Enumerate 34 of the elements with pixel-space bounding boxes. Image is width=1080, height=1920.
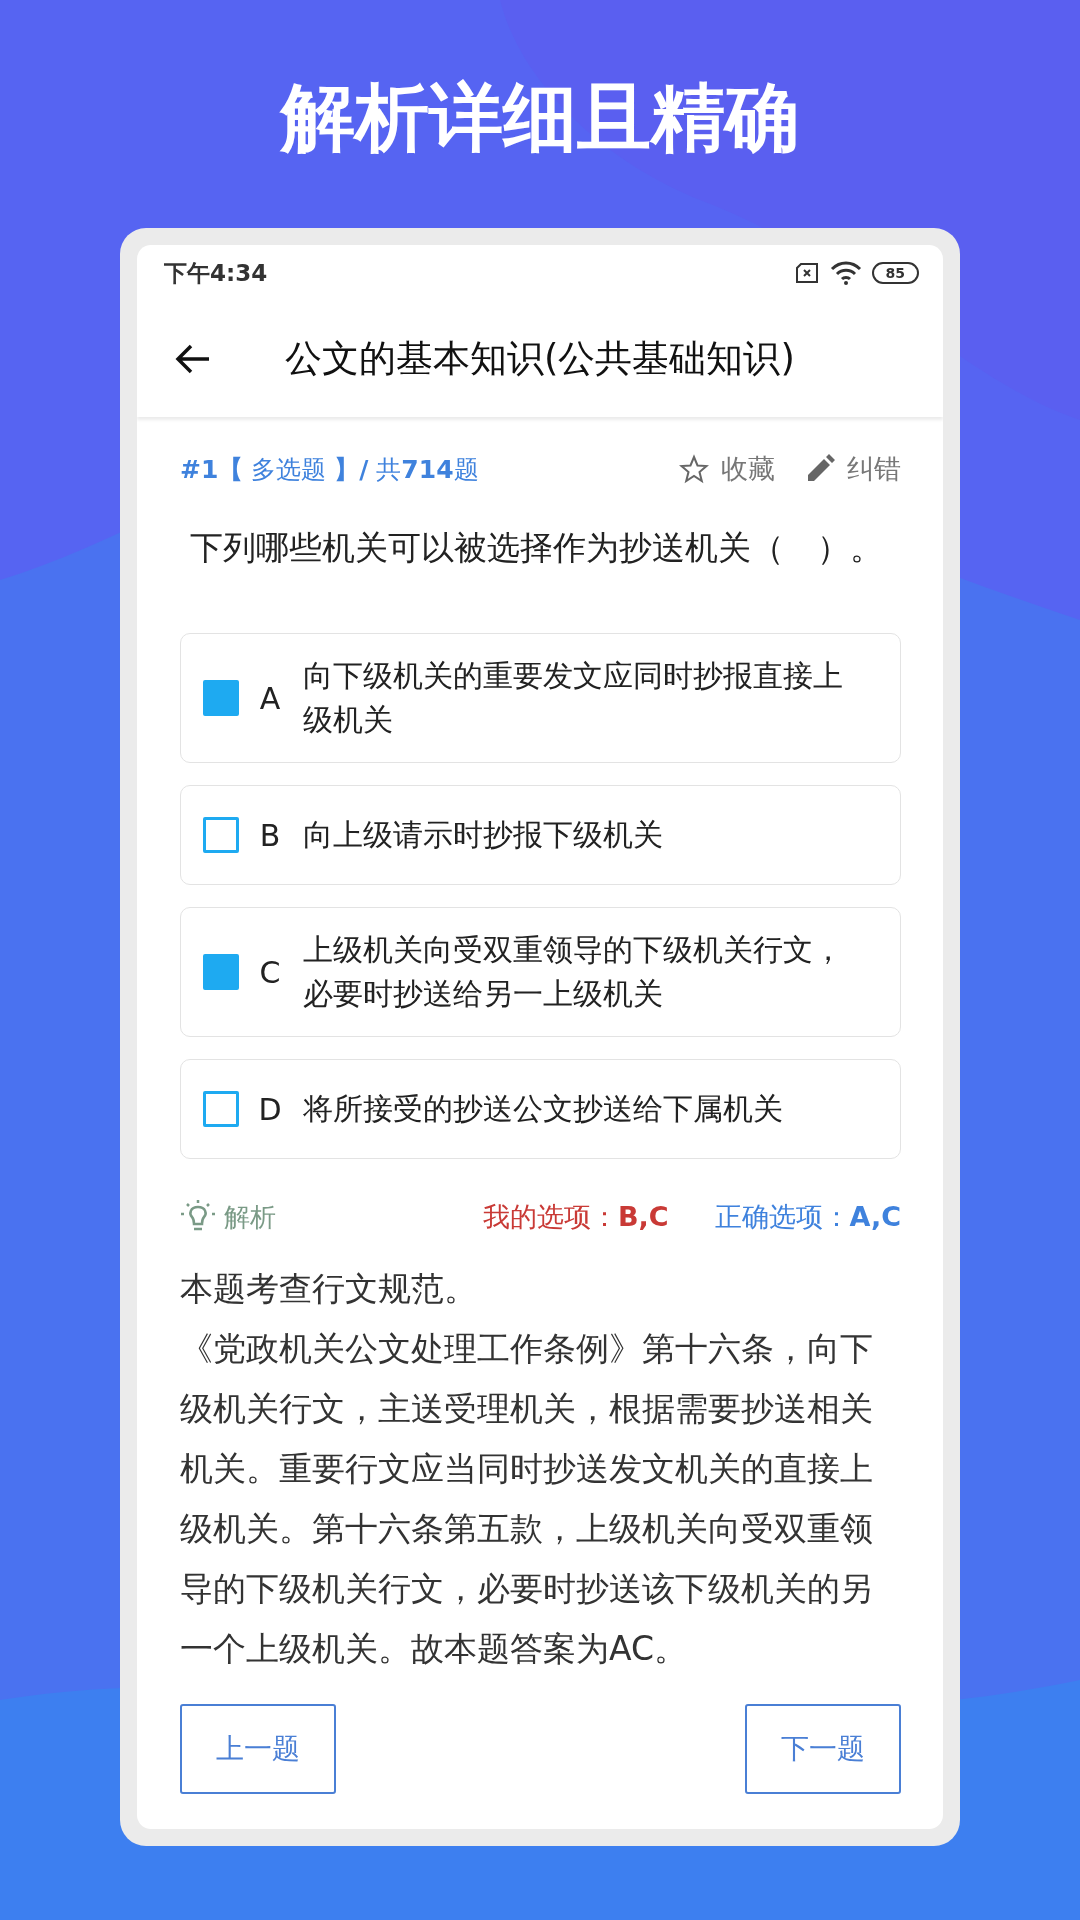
checkbox[interactable] [203,954,239,990]
back-arrow-icon[interactable] [175,343,211,375]
correct-answer: 正确选项：A,C [714,1200,901,1234]
screen-title: 公文的基本知识(公共基础知识) [285,336,795,382]
checkbox[interactable] [203,817,239,853]
option-text: 将所接受的抄送公文抄送给下属机关 [303,1090,783,1128]
option-letter: C [258,954,282,990]
checkbox[interactable] [203,1091,239,1127]
report-error-button[interactable]: 纠错 [805,451,901,487]
option-letter: A [258,680,282,716]
status-time: 下午4:34 [164,258,268,288]
wifi-icon [829,260,862,286]
next-button[interactable]: 下一题 [745,1704,901,1794]
headline: 解析详细且精确 [278,73,800,162]
explanation-paragraph: 本题考查行文规范。 [180,1268,478,1310]
option-text: 向上级请示时抄报下级机关 [303,816,663,854]
answer-option[interactable]: D 将所接受的抄送公文抄送给下属机关 [180,1059,901,1159]
my-answer: 我的选项：B,C [482,1200,669,1234]
favorite-button[interactable]: 收藏 [679,451,775,487]
option-text: 上级机关向受双重领导的下级机关行文，必要时抄送给另一上级机关 [303,931,844,1013]
option-letter: D [257,1091,283,1127]
previous-button[interactable]: 上一题 [180,1704,336,1794]
option-letter: B [258,817,282,853]
question-text: 下列哪些机关可以被选择作为抄送机关（ ）。 [190,527,884,569]
star-icon [679,454,709,484]
analysis-label: 解析 [224,1200,276,1234]
answer-option[interactable]: B 向上级请示时抄报下级机关 [180,785,901,885]
option-text: 向下级机关的重要发文应同时抄报直接上级机关 [303,657,844,739]
question-number: #1【 多选题 】/ 共714题 [180,453,479,486]
battery-indicator: 85 [871,262,919,284]
explanation-paragraph: 《党政机关公文处理工作条例》第十六条，向下级机关行文，主送受理机关，根据需要抄送相关机关。重要行文应当同时抄送发文机关的直接上级机关。第十六条第五款，上级机关向受双重领导的下级机关行文，必要时抄送该下级机关的另一个上级机关。故本题答案为AC。 [180,1328,874,1670]
pencil-icon [805,454,835,484]
checkbox[interactable] [203,680,239,716]
no-sim-icon [793,262,820,284]
